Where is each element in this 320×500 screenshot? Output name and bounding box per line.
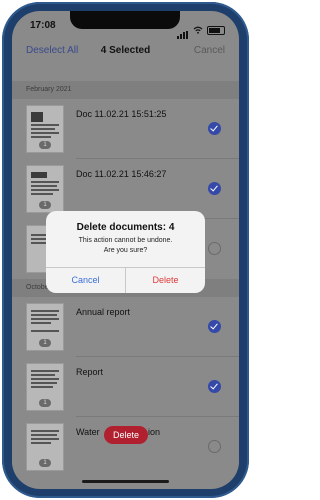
list-item[interactable]: 1 Doc 11.02.21 15:51:25 xyxy=(12,99,239,159)
status-time: 17:08 xyxy=(30,20,56,31)
swipe-delete-button[interactable]: Delete xyxy=(104,426,148,444)
dialog-title: Delete documents: 4 xyxy=(76,222,175,233)
page-count-badge: 1 xyxy=(39,399,51,407)
screen: 17:08 Deselect All 4 Selected Cancel Feb… xyxy=(12,11,239,489)
selected-check-icon[interactable] xyxy=(208,122,221,135)
document-name: Water xyxy=(76,427,100,437)
battery-icon xyxy=(207,25,225,35)
document-thumbnail: 1 xyxy=(26,423,64,471)
document-name: Annual report xyxy=(76,307,131,317)
dialog-message-line: This action cannot be undone. xyxy=(78,237,173,244)
status-bar: 17:08 xyxy=(12,11,239,41)
status-icons xyxy=(177,21,225,39)
page-count-badge: 1 xyxy=(39,141,51,149)
unselected-circle-icon[interactable] xyxy=(208,440,221,453)
document-thumbnail: 1 xyxy=(26,363,64,411)
list-item[interactable]: 1 Doc 11.02.21 15:46:27 xyxy=(12,159,239,219)
delete-confirmation-dialog: Delete documents: 4 This action cannot b… xyxy=(46,211,205,293)
dialog-message: This action cannot be undone. Are you su… xyxy=(46,236,205,256)
nav-bar: Deselect All 4 Selected Cancel xyxy=(12,41,239,67)
cancel-button[interactable]: Cancel xyxy=(194,45,225,56)
page-count-badge: 1 xyxy=(39,339,51,347)
unselected-circle-icon[interactable] xyxy=(208,242,221,255)
document-thumbnail: 1 xyxy=(26,105,64,153)
dialog-message-line: Are you sure? xyxy=(103,247,148,254)
dialog-delete-button[interactable]: Delete xyxy=(126,267,205,293)
list-item[interactable]: 1 Report xyxy=(12,357,239,417)
document-name-tail: ion xyxy=(148,427,161,437)
selected-check-icon[interactable] xyxy=(208,182,221,195)
document-thumbnail: 1 xyxy=(26,303,64,351)
document-name: Doc 11.02.21 15:46:27 xyxy=(76,169,167,179)
document-name: Doc 11.02.21 15:51:25 xyxy=(76,109,167,119)
list-item[interactable]: 1 Annual report xyxy=(12,297,239,357)
section-header: February 2021 xyxy=(12,81,239,99)
signal-icon xyxy=(177,21,189,39)
notch xyxy=(70,11,180,29)
selected-check-icon[interactable] xyxy=(208,320,221,333)
selected-check-icon[interactable] xyxy=(208,380,221,393)
document-name: Report xyxy=(76,367,104,377)
page-count-badge: 1 xyxy=(39,459,51,467)
home-indicator xyxy=(82,480,169,483)
document-thumbnail: 1 xyxy=(26,165,64,213)
dialog-cancel-button[interactable]: Cancel xyxy=(46,267,125,293)
wifi-icon xyxy=(193,26,203,34)
page-count-badge: 1 xyxy=(39,201,51,209)
